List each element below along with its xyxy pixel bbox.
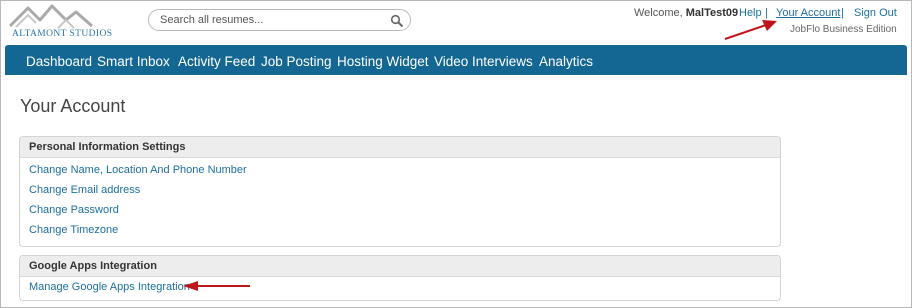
altamont-logo[interactable]: ALTAMONT STUDIOS — [6, 2, 113, 40]
manage-google-apps-link[interactable]: Manage Google Apps Integration — [29, 281, 190, 293]
logo-text: ALTAMONT STUDIOS — [12, 29, 113, 39]
annotation-arrow-icon — [183, 281, 250, 291]
nav-analytics[interactable]: Analytics — [539, 54, 593, 69]
change-email-link[interactable]: Change Email address — [29, 184, 140, 196]
panel-title: Google Apps Integration — [29, 260, 157, 272]
nav-activity-feed[interactable]: Activity Feed — [178, 54, 255, 69]
change-name-link[interactable]: Change Name, Location And Phone Number — [29, 164, 247, 176]
sign-out-link[interactable]: Sign Out — [854, 7, 897, 19]
nav-smart-inbox[interactable]: Smart Inbox — [97, 54, 170, 69]
nav-job-posting[interactable]: Job Posting — [261, 54, 332, 69]
search-placeholder: Search all resumes... — [160, 14, 264, 26]
change-password-link[interactable]: Change Password — [29, 204, 119, 216]
change-timezone-link[interactable]: Change Timezone — [29, 224, 118, 236]
mountain-logo-icon — [8, 4, 93, 29]
annotation-arrow-icon — [724, 20, 777, 40]
panel-header: Personal Information Settings — [20, 137, 780, 158]
welcome-prefix: Welcome, — [634, 7, 683, 19]
panel-title: Personal Information Settings — [29, 141, 186, 153]
nav-dashboard[interactable]: Dashboard — [26, 54, 92, 69]
main-nav: Dashboard Smart Inbox Activity Feed Job … — [5, 45, 907, 75]
edition-label: JobFlo Business Edition — [790, 24, 897, 35]
nav-hosting-widget[interactable]: Hosting Widget — [337, 54, 429, 69]
page-title: Your Account — [20, 96, 126, 116]
panel-header: Google Apps Integration — [20, 256, 780, 277]
separator: | — [841, 7, 844, 19]
your-account-link[interactable]: Your Account — [776, 7, 840, 19]
nav-video-interviews[interactable]: Video Interviews — [434, 54, 533, 69]
google-apps-panel: Google Apps Integration Manage Google Ap… — [19, 255, 781, 301]
search-input[interactable]: Search all resumes... — [148, 9, 411, 31]
search-icon[interactable] — [390, 14, 404, 28]
personal-info-panel: Personal Information Settings Change Nam… — [19, 136, 781, 247]
